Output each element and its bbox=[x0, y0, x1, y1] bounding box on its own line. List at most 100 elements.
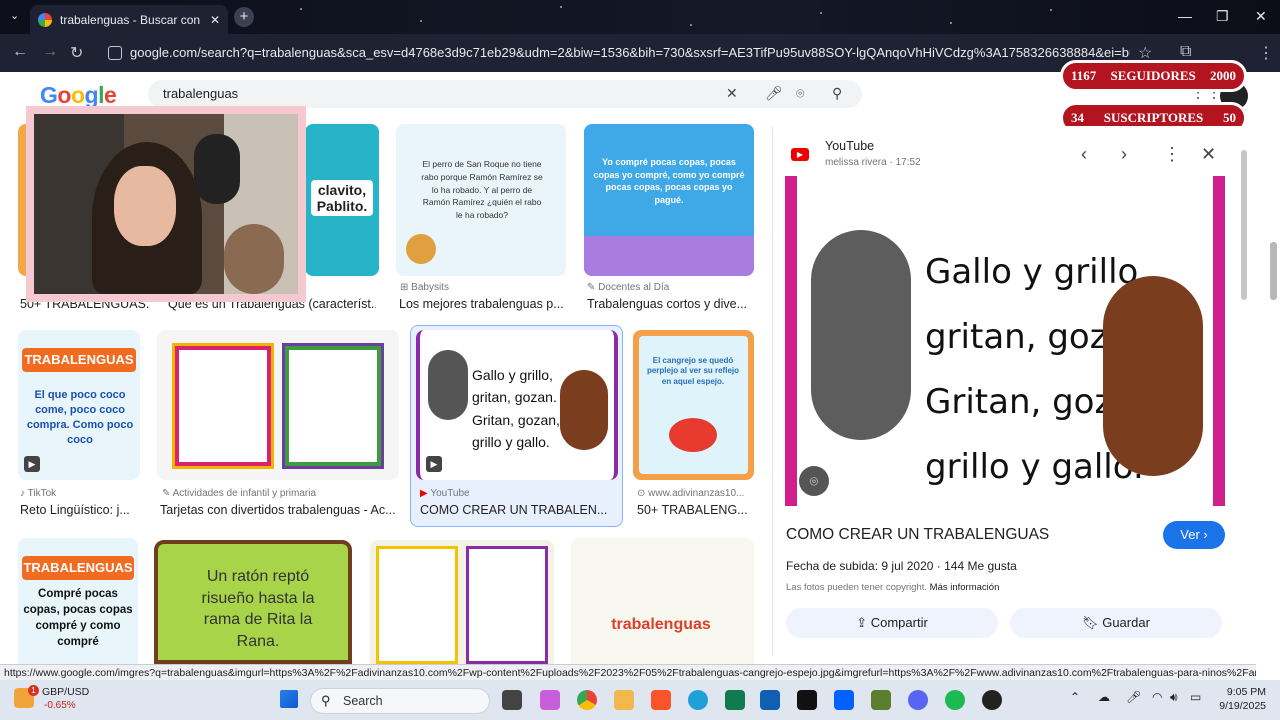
discord-icon[interactable] bbox=[908, 690, 928, 710]
image-title: TRABALENGUAS bbox=[22, 348, 136, 372]
app-icon[interactable] bbox=[760, 690, 780, 710]
dropbox-icon[interactable] bbox=[834, 690, 854, 710]
close-panel-icon[interactable]: ✕ bbox=[1201, 144, 1216, 165]
search-query[interactable]: trabalenguas bbox=[163, 86, 238, 101]
close-window-button[interactable]: ✕ bbox=[1255, 8, 1267, 25]
image-text: clavito, Pablito. bbox=[311, 180, 373, 216]
panel-title[interactable]: COMO CREAR UN TRABALENGUAS bbox=[786, 526, 1049, 544]
google-logo[interactable]: Google bbox=[40, 82, 117, 109]
edge-icon[interactable] bbox=[688, 690, 708, 710]
result-image-2[interactable]: clavito, Pablito. bbox=[305, 124, 379, 276]
taskbar-search[interactable]: ⚲ Search bbox=[310, 688, 490, 714]
windows-start-icon[interactable] bbox=[280, 690, 298, 708]
more-info-link[interactable]: Más información bbox=[930, 582, 1000, 593]
volume-icon[interactable]: 🔊︎ bbox=[1170, 690, 1178, 705]
back-icon[interactable]: ← bbox=[12, 43, 28, 61]
panel-scrollbar[interactable] bbox=[1241, 150, 1247, 300]
chrome-icon[interactable] bbox=[577, 690, 597, 710]
amazon-icon[interactable] bbox=[797, 690, 817, 710]
result-caption[interactable]: 50+ TRABALENG... bbox=[637, 503, 755, 517]
more-options-icon[interactable]: ⋮ bbox=[1163, 144, 1181, 165]
result-image-8[interactable]: El cangrejo se quedó perplejo al ver su … bbox=[633, 330, 754, 480]
url-field[interactable]: google.com/search?q=trabalenguas&sca_esv… bbox=[100, 40, 1130, 66]
clock-date[interactable]: 9/19/2025 bbox=[1208, 700, 1266, 712]
dog-illustration bbox=[406, 234, 436, 264]
share-button[interactable]: ⇪ Compartir bbox=[786, 608, 998, 638]
menu-dots-icon[interactable]: ⋮ bbox=[1258, 43, 1274, 63]
cow-card bbox=[376, 546, 458, 664]
result-image-9[interactable]: TRABALENGUAS Compré pocas copas, pocas c… bbox=[18, 538, 138, 664]
result-image-3[interactable]: El perro de San Roque no tiene rabo porq… bbox=[396, 124, 566, 276]
panel-source[interactable]: YouTube bbox=[825, 139, 874, 153]
rooster-illustration bbox=[1103, 276, 1203, 476]
app-icon[interactable] bbox=[982, 690, 1002, 710]
battery-icon[interactable]: ▭ bbox=[1190, 690, 1201, 704]
brave-icon[interactable] bbox=[651, 690, 671, 710]
children-illustration bbox=[584, 236, 754, 276]
save-button[interactable]: 🔖︎ Guardar bbox=[1010, 608, 1222, 638]
wifi-icon[interactable]: ◠ bbox=[1152, 690, 1162, 704]
result-caption[interactable]: COMO CREAR UN TRABALEN... bbox=[420, 503, 615, 517]
stock-change: -0.65% bbox=[44, 700, 76, 711]
search-box[interactable]: trabalenguas ✕ 🎤︎ ⌾ ⚲ bbox=[148, 80, 862, 108]
image-text: El cangrejo se quedó perplejo al ver su … bbox=[646, 356, 740, 386]
preview-image[interactable]: Gallo y grillo, gritan, gozan. Gritan, g… bbox=[785, 176, 1225, 506]
panel-byline: melissa rivera · 17:52 bbox=[825, 157, 921, 168]
reload-icon[interactable]: ↻ bbox=[70, 43, 83, 63]
subscribers-goal: 50 bbox=[1223, 110, 1236, 125]
forward-icon[interactable]: → bbox=[42, 43, 58, 61]
lens-search-icon[interactable]: ⌾ bbox=[796, 85, 804, 102]
image-text: El perro de San Roque no tiene rabo porq… bbox=[421, 159, 543, 220]
clock-time[interactable]: 9:05 PM bbox=[1214, 686, 1266, 698]
image-text: trabalenguas bbox=[611, 616, 711, 633]
result-source: ✎ Actividades de infantil y primaria bbox=[162, 488, 317, 499]
tab-list-button[interactable]: ⌄ bbox=[10, 9, 19, 22]
result-image-6[interactable] bbox=[157, 330, 399, 480]
image-title: TRABALENGUAS bbox=[22, 556, 134, 580]
next-icon[interactable]: › bbox=[1121, 144, 1127, 165]
result-caption[interactable]: Trabalenguas cortos y dive... bbox=[587, 297, 757, 311]
result-caption[interactable]: Reto Lingüístico: j... bbox=[20, 503, 140, 517]
result-source: ✎ Docentes al Día bbox=[587, 282, 670, 293]
maximize-button[interactable]: ❐ bbox=[1216, 8, 1229, 25]
result-image-7[interactable]: Gallo y grillo, gritan, gozan. Gritan, g… bbox=[416, 330, 618, 480]
result-image-11[interactable] bbox=[370, 540, 554, 664]
result-image-5[interactable]: TRABALENGUAS El que poco coco come, poco… bbox=[18, 330, 140, 480]
lens-icon[interactable]: ⌾ bbox=[799, 466, 829, 496]
file-explorer-icon[interactable] bbox=[614, 690, 634, 710]
result-image-4[interactable]: Yo compré pocas copas, pocas copas yo co… bbox=[584, 124, 754, 276]
extensions-icon[interactable]: ⧉ bbox=[1180, 43, 1191, 61]
result-source: ▶ YouTube bbox=[420, 488, 470, 499]
followers-current: 1167 bbox=[1071, 68, 1097, 83]
cloud-icon[interactable]: ☁ bbox=[1098, 690, 1110, 704]
play-icon: ▶ bbox=[24, 456, 40, 472]
followers-counter: 1167 SEGUIDORES 2000 bbox=[1060, 60, 1247, 92]
result-caption[interactable]: Los mejores trabalenguas p... bbox=[399, 297, 569, 311]
copilot-icon[interactable] bbox=[540, 690, 560, 710]
visit-button[interactable]: Ver › bbox=[1163, 521, 1225, 549]
notification-badge: 1 bbox=[28, 685, 39, 696]
voice-search-icon[interactable]: 🎤︎ bbox=[765, 85, 783, 102]
chevron-up-icon[interactable]: ⌃ bbox=[1070, 690, 1080, 704]
play-icon: ▶ bbox=[426, 456, 442, 472]
minecraft-icon[interactable] bbox=[871, 690, 891, 710]
close-tab-icon[interactable]: ✕ bbox=[210, 13, 220, 27]
browser-tab[interactable]: trabalenguas - Buscar con Goo ✕ bbox=[30, 5, 228, 34]
status-url-bar: https://www.google.com/imgres?q=trabalen… bbox=[0, 664, 1256, 680]
spotify-icon[interactable] bbox=[945, 690, 965, 710]
result-image-12[interactable]: trabalenguas bbox=[571, 538, 754, 664]
result-caption[interactable]: Tarjetas con divertidos trabalenguas - A… bbox=[160, 503, 400, 517]
search-icon[interactable]: ⚲ bbox=[832, 85, 842, 102]
tab-title: trabalenguas - Buscar con Goo bbox=[60, 12, 202, 27]
result-image-10[interactable]: Un ratón reptó risueño hasta la rama de … bbox=[154, 540, 352, 664]
microphone-icon[interactable]: 🎤︎ bbox=[1126, 690, 1141, 704]
minimize-button[interactable]: — bbox=[1178, 8, 1192, 24]
previous-icon[interactable]: ‹ bbox=[1081, 144, 1087, 165]
new-tab-button[interactable]: + bbox=[234, 7, 254, 27]
task-view-icon[interactable] bbox=[502, 690, 522, 710]
result-source: ⊞ Babysits bbox=[400, 282, 449, 293]
store-app-icon[interactable] bbox=[725, 690, 745, 710]
page-scrollbar[interactable] bbox=[1270, 242, 1277, 300]
clear-search-icon[interactable]: ✕ bbox=[726, 85, 738, 102]
image-text: Compré pocas copas, pocas copas compré y… bbox=[23, 588, 133, 649]
